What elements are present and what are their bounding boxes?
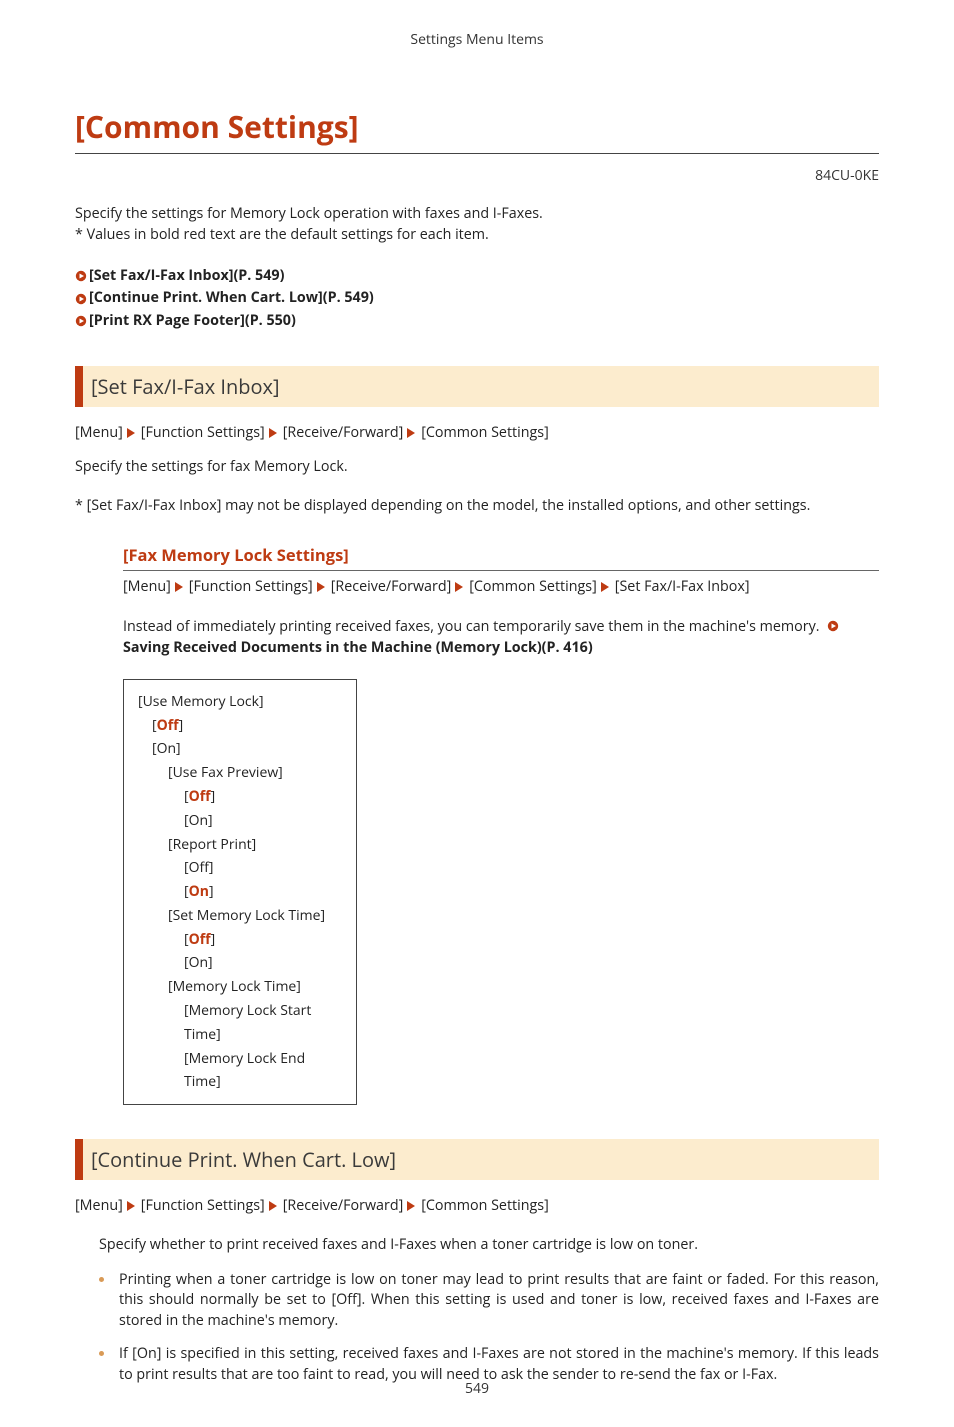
- breadcrumb-segment: [Receive/Forward]: [283, 423, 404, 442]
- chevron-right-icon: [407, 428, 417, 438]
- default-value: Off: [189, 787, 211, 806]
- intro-line: * Values in bold red text are the defaul…: [75, 225, 879, 246]
- chevron-right-icon: [175, 582, 185, 592]
- breadcrumb-segment: [Function Settings]: [141, 423, 265, 442]
- breadcrumb-segment: [Function Settings]: [141, 1196, 265, 1215]
- default-value: Off: [189, 930, 211, 949]
- settings-tree-item: [On]: [138, 809, 342, 833]
- chevron-right-icon: [269, 1201, 279, 1211]
- chevron-right-icon: [317, 582, 327, 592]
- subsection-heading: [Fax Memory Lock Settings]: [123, 543, 349, 566]
- toc-item[interactable]: [Continue Print. When Cart. Low](P. 549): [75, 288, 879, 309]
- play-bullet-icon: [75, 270, 87, 282]
- breadcrumb: [Menu] [Function Settings] [Receive/Forwar…: [75, 423, 879, 444]
- settings-tree-item: [Set Memory Lock Time]: [138, 904, 342, 928]
- section-paragraph: Specify the settings for fax Memory Lock…: [75, 457, 879, 478]
- intro-line: Specify the settings for Memory Lock ope…: [75, 204, 879, 225]
- subsection-paragraph: Instead of immediately printing received…: [123, 617, 879, 658]
- section-heading-continue-print-when-cart-low: [Continue Print. When Cart. Low]: [75, 1139, 879, 1180]
- play-bullet-icon: [75, 293, 87, 305]
- breadcrumb-segment: [Common Settings]: [469, 577, 597, 596]
- chevron-right-icon: [127, 1201, 137, 1211]
- toc-item-label: [Print RX Page Footer](P. 550): [89, 311, 296, 332]
- breadcrumb: [Menu] [Function Settings] [Receive/Forwar…: [75, 1196, 879, 1217]
- settings-tree-item: [Use Memory Lock]: [138, 690, 342, 714]
- settings-tree-item: [Memory Lock Start Time]: [138, 999, 342, 1047]
- bullet-dot-icon: [99, 1277, 104, 1282]
- chevron-right-icon: [601, 582, 611, 592]
- settings-tree-item: [Use Fax Preview]: [138, 761, 342, 785]
- settings-tree-item: [Off]: [138, 714, 342, 738]
- section-paragraph: Specify whether to print received faxes …: [99, 1235, 879, 1256]
- chevron-right-icon: [269, 428, 279, 438]
- settings-tree-box: [Use Memory Lock][Off][On][Use Fax Previ…: [123, 679, 357, 1106]
- breadcrumb-segment: [Set Fax/I-Fax Inbox]: [615, 577, 750, 596]
- breadcrumb-segment: [Receive/Forward]: [331, 577, 452, 596]
- default-value: Off: [157, 716, 179, 735]
- settings-tree-item: [Memory Lock End Time]: [138, 1047, 342, 1095]
- default-value: On: [189, 882, 209, 901]
- page-title: [Common Settings]: [75, 105, 879, 154]
- document-code: 84CU-0KE: [75, 166, 879, 186]
- settings-tree-item: [On]: [138, 880, 342, 904]
- breadcrumb-segment: [Menu]: [75, 423, 123, 442]
- toc-item[interactable]: [Set Fax/I-Fax Inbox](P. 549): [75, 266, 879, 287]
- breadcrumb-segment: [Menu]: [123, 577, 171, 596]
- breadcrumb-segment: [Receive/Forward]: [283, 1196, 404, 1215]
- breadcrumb-segment: [Common Settings]: [421, 1196, 549, 1215]
- bullet-item: Printing when a toner cartridge is low o…: [99, 1270, 879, 1332]
- toc-item-label: [Continue Print. When Cart. Low](P. 549): [89, 288, 374, 309]
- settings-tree-item: [Report Print]: [138, 833, 342, 857]
- subsection-body-lead: Instead of immediately printing received…: [123, 617, 823, 636]
- intro-block: Specify the settings for Memory Lock ope…: [75, 204, 879, 245]
- play-bullet-icon: [75, 315, 87, 327]
- settings-tree-item: [On]: [138, 951, 342, 975]
- toc-item[interactable]: [Print RX Page Footer](P. 550): [75, 311, 879, 332]
- page-number: 549: [0, 1379, 954, 1399]
- cross-reference-link[interactable]: Saving Received Documents in the Machine…: [123, 638, 593, 657]
- subsection-heading-row: [Fax Memory Lock Settings]: [123, 543, 879, 571]
- chevron-right-icon: [455, 582, 465, 592]
- section-note: * [Set Fax/I-Fax Inbox] may not be displ…: [75, 496, 879, 517]
- breadcrumb-segment: [Function Settings]: [189, 577, 313, 596]
- chevron-right-icon: [407, 1201, 417, 1211]
- chevron-right-icon: [127, 428, 137, 438]
- bullet-dot-icon: [99, 1351, 104, 1356]
- breadcrumb-segment: [Common Settings]: [421, 423, 549, 442]
- section-heading-set-fax-ifax-inbox: [Set Fax/I-Fax Inbox]: [75, 366, 879, 407]
- toc-item-label: [Set Fax/I-Fax Inbox](P. 549): [89, 266, 284, 287]
- settings-tree-item: [Off]: [138, 785, 342, 809]
- play-bullet-icon: [827, 620, 839, 632]
- settings-tree-item: [On]: [138, 737, 342, 761]
- settings-tree-item: [Memory Lock Time]: [138, 975, 342, 999]
- page-header: Settings Menu Items: [75, 30, 879, 50]
- bullet-list: Printing when a toner cartridge is low o…: [99, 1270, 879, 1386]
- settings-tree-item: [Off]: [138, 856, 342, 880]
- breadcrumb: [Menu] [Function Settings] [Receive/Forwar…: [123, 577, 879, 598]
- breadcrumb-segment: [Menu]: [75, 1196, 123, 1215]
- settings-tree-item: [Off]: [138, 928, 342, 952]
- bullet-text: Printing when a toner cartridge is low o…: [119, 1270, 879, 1330]
- toc-list: [Set Fax/I-Fax Inbox](P. 549)[Continue P…: [75, 266, 879, 332]
